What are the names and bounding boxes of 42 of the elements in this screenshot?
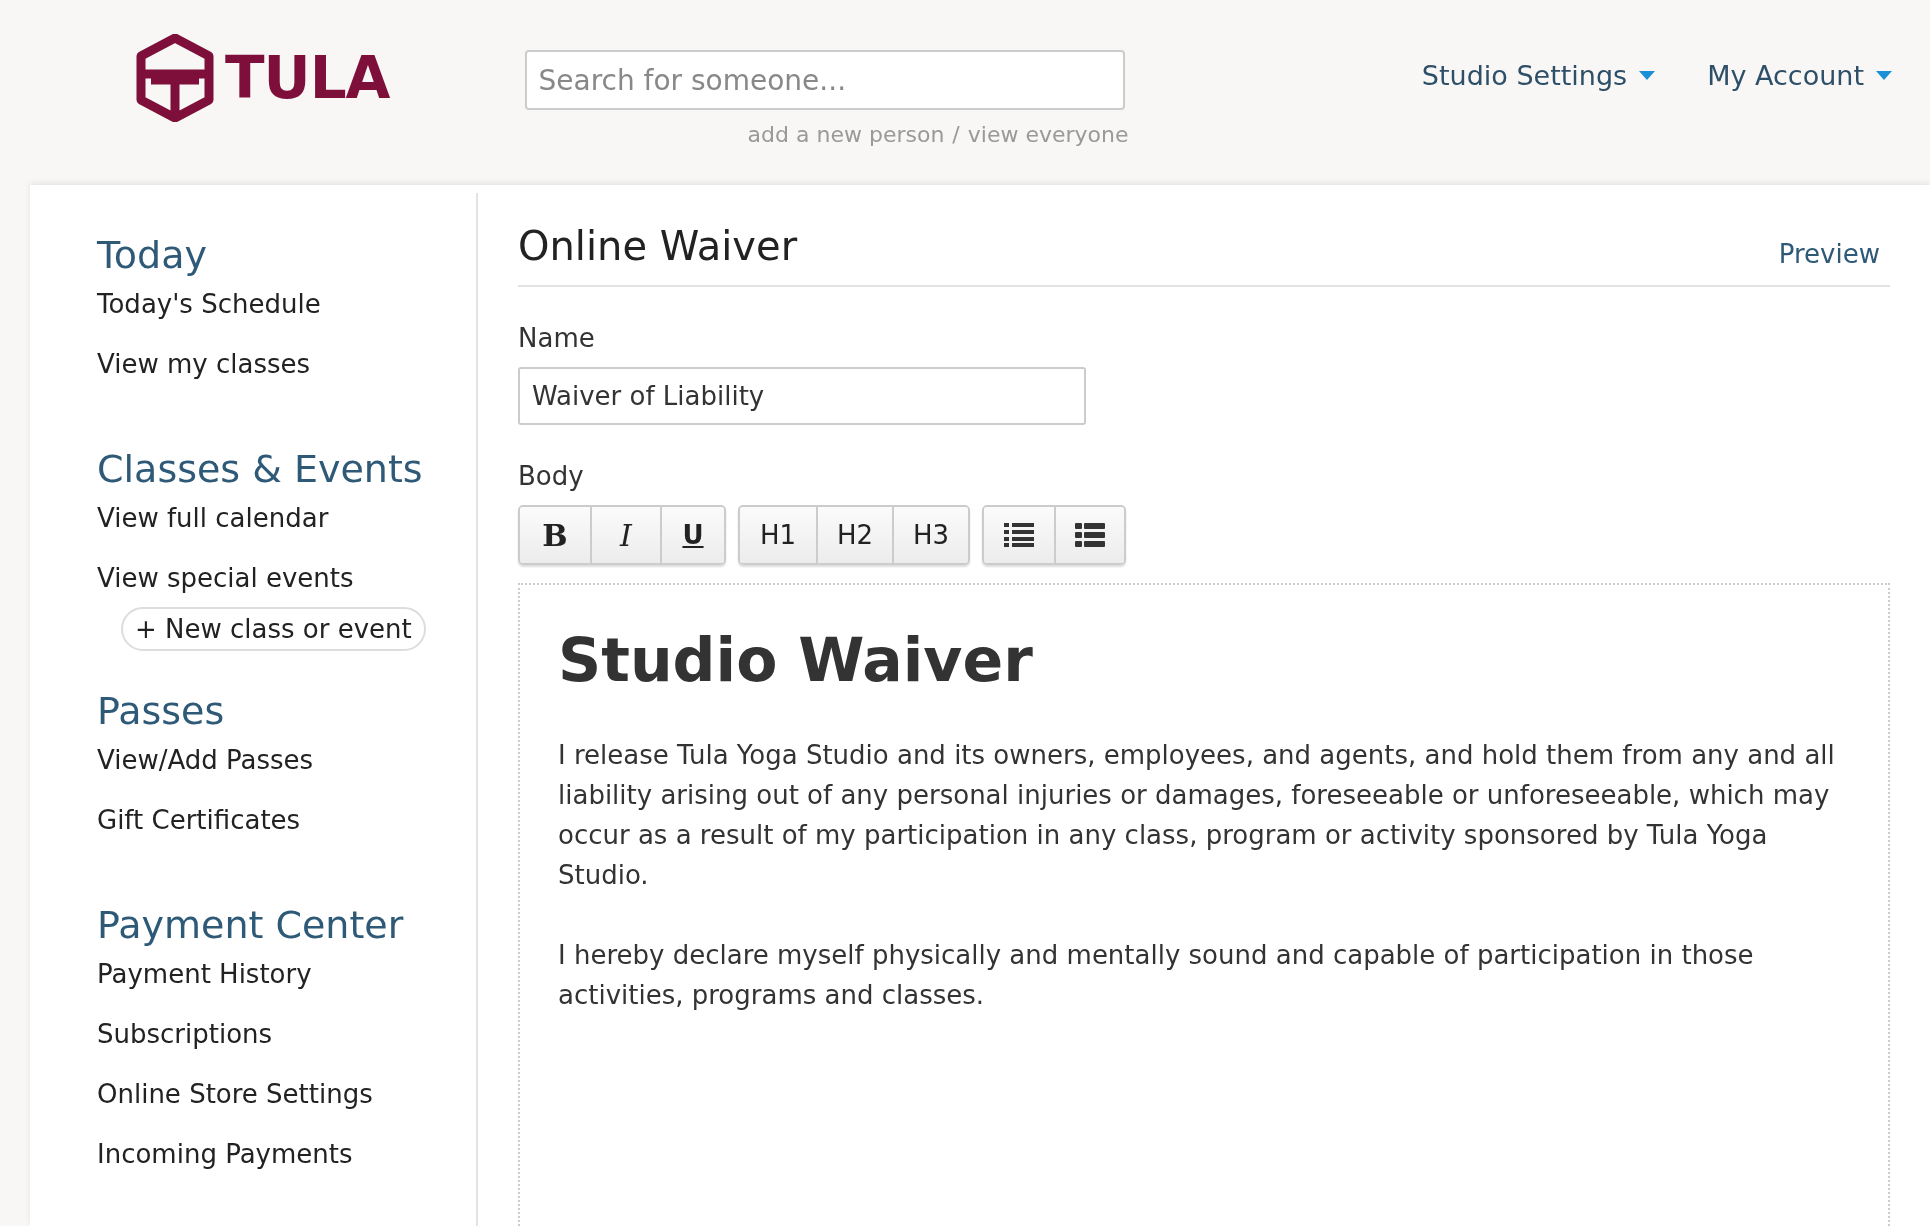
bold-button[interactable]: B bbox=[520, 507, 590, 563]
sidebar-link[interactable]: Subscriptions bbox=[97, 1019, 273, 1049]
sidebar-link[interactable]: Gift Certificates bbox=[97, 805, 301, 835]
field-label: Body bbox=[518, 461, 585, 491]
name-field[interactable]: Waiver of Liability bbox=[518, 367, 1086, 425]
rich-text-editor[interactable] bbox=[518, 583, 1890, 1226]
heading-button[interactable]: H3 bbox=[892, 507, 968, 563]
page-title: Online Waiver bbox=[518, 223, 798, 269]
section-heading: Passes bbox=[97, 689, 225, 733]
nav-dropdown[interactable]: My Account bbox=[1707, 60, 1892, 91]
sidebar-link[interactable]: Today's Schedule bbox=[97, 289, 321, 319]
field-label: Name bbox=[518, 323, 596, 353]
list-button[interactable] bbox=[984, 507, 1054, 563]
document-paragraph: I hereby declare myself physically and mentally sound and capable of participation in those activities, programs and classes. bbox=[558, 939, 1755, 1012]
hexagon-logo-icon bbox=[135, 34, 215, 122]
preview-link[interactable]: Preview bbox=[1778, 239, 1880, 269]
sidebar-link[interactable]: Payment History bbox=[97, 959, 312, 989]
caret-icon bbox=[1876, 71, 1892, 80]
section-heading: Today bbox=[97, 233, 207, 277]
new-item-button[interactable]: + New class or event bbox=[121, 607, 426, 651]
section-heading: Payment Center bbox=[97, 903, 404, 947]
block-list-button[interactable] bbox=[1054, 507, 1124, 563]
document-heading: Studio Waiver bbox=[558, 625, 1034, 695]
sidebar-link[interactable]: View full calendar bbox=[97, 503, 329, 533]
block-list-icon bbox=[1075, 523, 1105, 547]
sidebar-link[interactable]: View my classes bbox=[97, 349, 311, 379]
sidebar-link[interactable]: Online Store Settings bbox=[97, 1079, 373, 1109]
separator-text: / bbox=[952, 122, 960, 147]
sidebar-link[interactable]: Incoming Payments bbox=[97, 1139, 353, 1169]
section-heading: Classes & Events bbox=[97, 447, 423, 491]
italic-button[interactable]: I bbox=[590, 507, 660, 563]
heading-button[interactable]: H2 bbox=[816, 507, 892, 563]
logo-text: TULA bbox=[225, 44, 390, 112]
document-paragraph: I release Tula Yoga Studio and its owners, employees, and agents, and hold them from any and all liability arising out of any personal injuries or damages, foreseeable or unforeseeable, which may occur as a result of my participation in any class, program or activity sponsored by Tula Yoga Studio. bbox=[558, 739, 1836, 892]
underline-button[interactable]: U bbox=[660, 507, 724, 563]
search-field[interactable]: Search for someone... bbox=[524, 50, 1125, 110]
list-icon bbox=[1004, 523, 1034, 547]
nav-dropdown[interactable]: Studio Settings bbox=[1421, 60, 1656, 91]
sidebar-link[interactable]: View special events bbox=[97, 563, 354, 593]
sidebar-link[interactable]: View/Add Passes bbox=[97, 745, 314, 775]
heading-button[interactable]: H1 bbox=[740, 507, 816, 563]
caret-icon bbox=[1639, 71, 1656, 80]
